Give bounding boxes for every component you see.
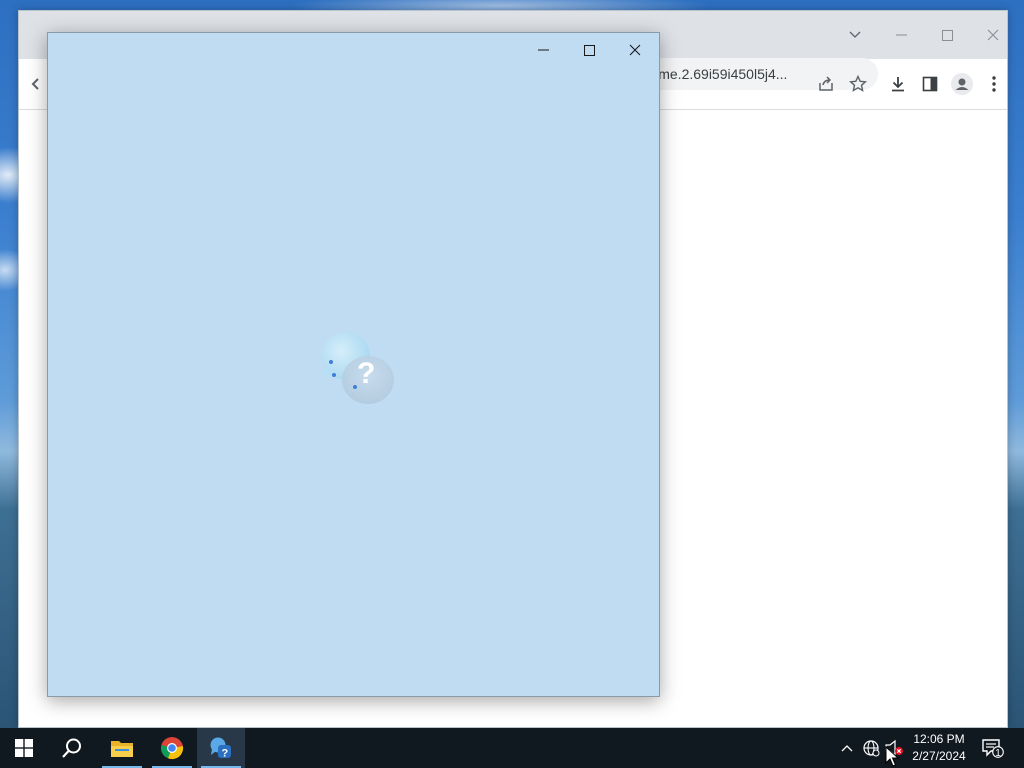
search-icon	[62, 738, 81, 758]
taskbar: ? 1	[0, 728, 1024, 768]
minimize-button[interactable]	[520, 35, 566, 65]
chrome-menu-icon[interactable]	[982, 72, 1006, 96]
chrome-icon	[161, 737, 184, 760]
chrome-maximize-button[interactable]	[924, 20, 970, 50]
bookmark-star-icon[interactable]	[846, 72, 870, 96]
address-bar-url[interactable]: hrome.2.69i59i450l5j4...	[638, 66, 787, 82]
notification-count-badge: 1	[995, 748, 1001, 759]
clock-date: 2/27/2024	[912, 749, 966, 763]
windows-logo-icon	[15, 739, 33, 757]
close-button[interactable]	[612, 35, 658, 65]
get-help-window: ?	[47, 32, 660, 697]
chrome-minimize-button[interactable]	[878, 20, 924, 50]
question-mark-glyph: ?	[222, 748, 229, 760]
back-arrow-icon[interactable]	[24, 72, 48, 96]
clock-time: 12:06 PM	[913, 732, 965, 746]
maximize-button[interactable]	[566, 35, 612, 65]
get-help-icon: ?	[210, 737, 231, 760]
get-help-splash-logo-icon: ?	[318, 328, 408, 418]
taskbar-search-button[interactable]	[48, 728, 96, 768]
taskbar-file-explorer[interactable]	[98, 728, 146, 768]
start-button[interactable]	[0, 728, 48, 768]
tab-search-chevron-icon[interactable]	[832, 20, 878, 50]
taskbar-chrome[interactable]	[148, 728, 196, 768]
download-icon[interactable]	[886, 72, 910, 96]
chrome-close-button[interactable]	[970, 20, 1016, 50]
share-icon[interactable]	[814, 72, 838, 96]
show-hidden-icons-chevron-icon[interactable]	[837, 738, 857, 758]
side-panel-icon[interactable]	[918, 72, 942, 96]
question-mark-glyph: ?	[357, 357, 375, 390]
mouse-cursor-icon	[885, 746, 899, 767]
taskbar-clock[interactable]: 12:06 PM 2/27/2024	[906, 731, 972, 767]
file-explorer-icon	[111, 741, 133, 757]
network-globe-icon[interactable]	[861, 738, 881, 758]
profile-avatar-icon[interactable]	[950, 72, 974, 96]
taskbar-get-help[interactable]: ?	[197, 728, 245, 768]
